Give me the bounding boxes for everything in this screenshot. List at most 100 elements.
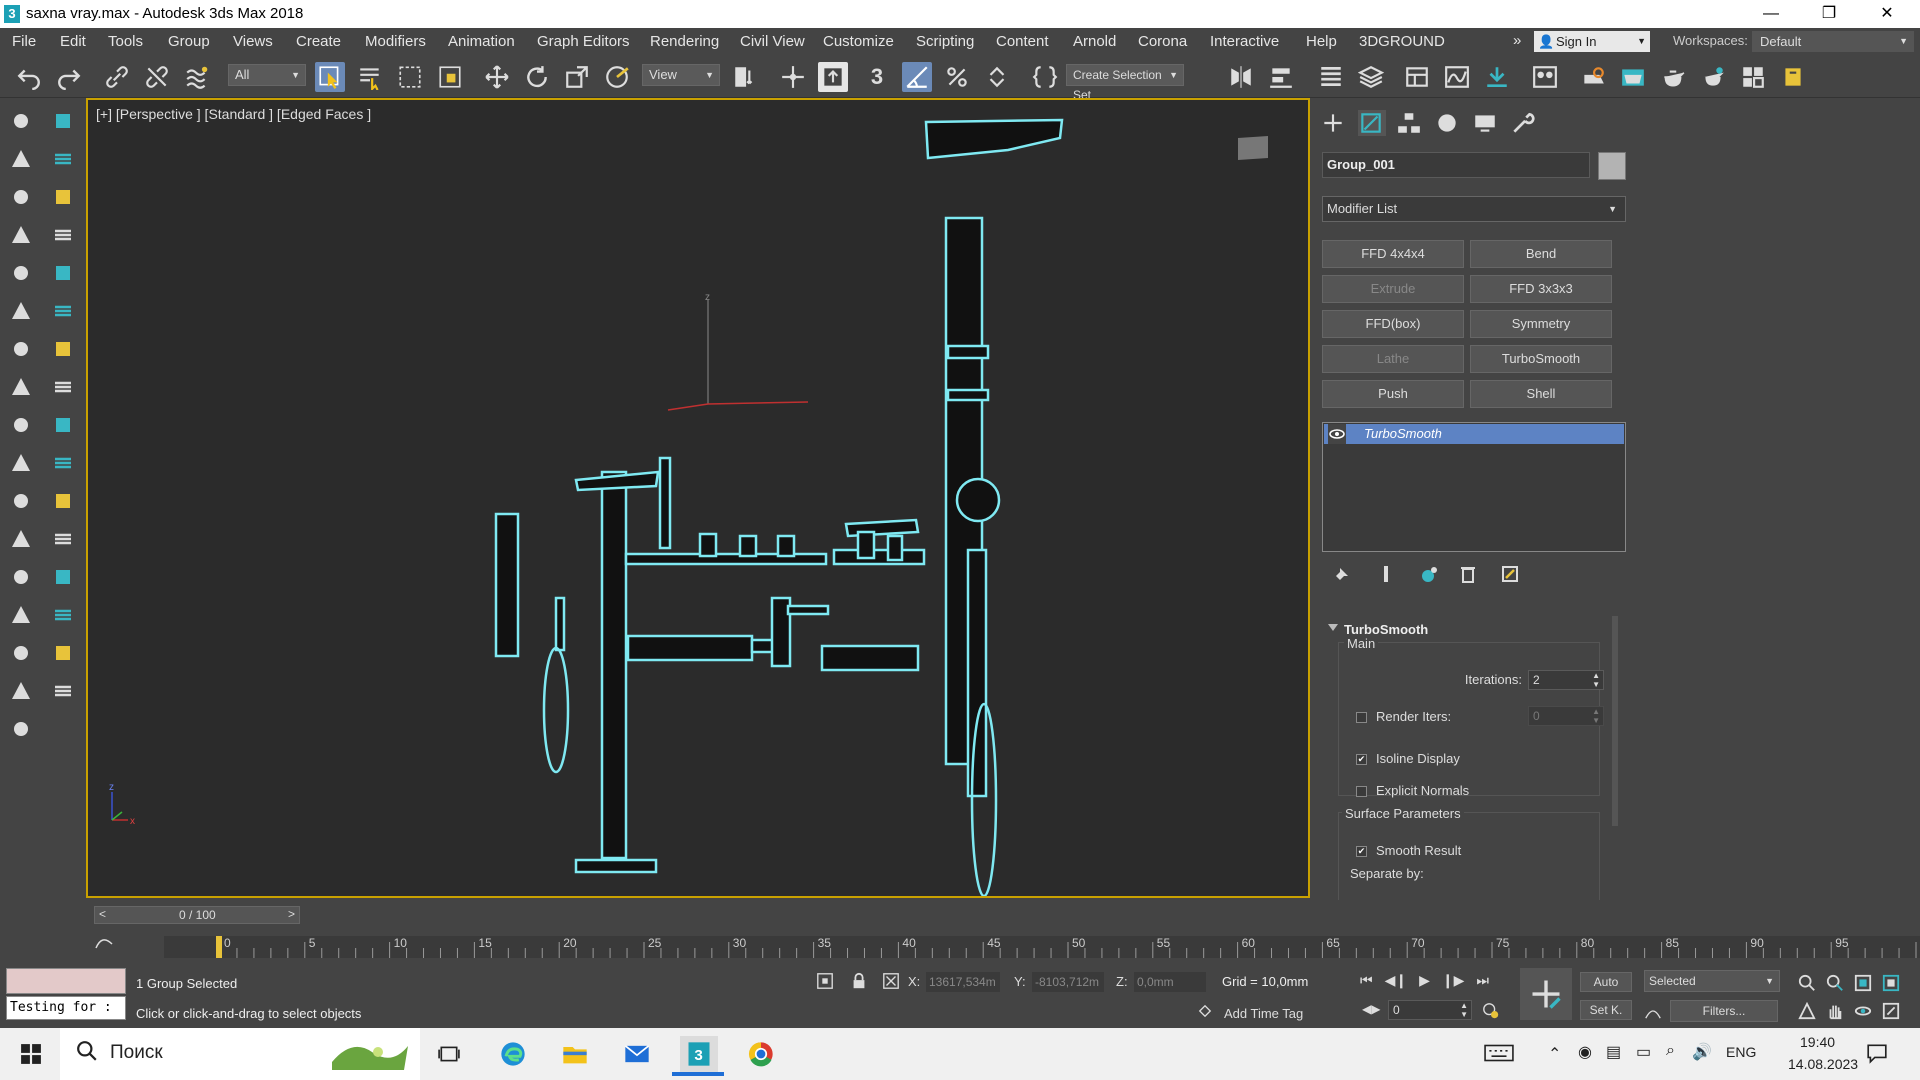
input-language[interactable]: ENG [1726, 1044, 1756, 1060]
key-mode-icon[interactable]: ◀▶ [1362, 1002, 1380, 1016]
wifi-icon[interactable]: ⌕ [1666, 1042, 1675, 1060]
battery-icon[interactable]: ▭ [1636, 1042, 1651, 1062]
track-bar[interactable]: 0510152025303540455055606570758085909510… [164, 936, 1920, 958]
restore-button[interactable]: ❐ [1806, 0, 1852, 28]
display-tab[interactable] [1472, 110, 1500, 136]
menu-tools[interactable]: Tools [108, 33, 143, 50]
menu-corona[interactable]: Corona [1138, 33, 1187, 50]
add-time-tag-button[interactable]: Add Time Tag [1224, 1006, 1303, 1021]
current-frame-field[interactable]: 0 ▲ ▼ [1388, 1000, 1472, 1020]
hierarchy-tab[interactable] [1396, 110, 1424, 136]
key-filters-button[interactable]: Filters... [1670, 1000, 1778, 1022]
absolute-mode-button[interactable] [882, 972, 900, 993]
taskbar-search[interactable]: Поиск [60, 1028, 420, 1080]
teapot-icon[interactable] [6, 106, 36, 136]
volume-icon[interactable]: 🔊 [1692, 1042, 1712, 1062]
iterations-spinner[interactable]: 2 ▲ ▼ [1528, 670, 1604, 690]
clock-date[interactable]: 14.08.2023 [1788, 1056, 1858, 1072]
rendered-frame-window-button[interactable] [1618, 62, 1648, 92]
scale-button[interactable] [562, 62, 592, 92]
cylinder-icon[interactable] [48, 448, 78, 478]
default-in-out-tangent-button[interactable] [1644, 1002, 1662, 1023]
box-icon[interactable] [6, 410, 36, 440]
explicit-normals-checkbox[interactable] [1356, 786, 1367, 797]
toggle-ribbon-button[interactable] [1402, 62, 1432, 92]
clock-time[interactable]: 19:40 [1800, 1034, 1835, 1050]
edit-named-selection-button[interactable] [1030, 62, 1060, 92]
y-coordinate-field[interactable]: -8103,712m [1032, 972, 1104, 992]
workspace-select[interactable]: Default ▼ [1752, 31, 1914, 52]
link-button[interactable] [102, 62, 132, 92]
motion-path-icon[interactable] [48, 334, 78, 364]
edge-taskbar-button[interactable] [494, 1036, 532, 1072]
select-object-button[interactable] [315, 62, 345, 92]
zoom-extents-icon[interactable] [1854, 974, 1872, 995]
selection-filter-dropdown[interactable]: All ▼ [228, 64, 306, 86]
placement-button[interactable] [602, 62, 632, 92]
render-iters-checkbox[interactable] [1356, 712, 1367, 723]
menu-rendering[interactable]: Rendering [650, 33, 719, 50]
time-configuration-button[interactable] [1482, 1002, 1500, 1023]
schematic-view-button[interactable] [1482, 62, 1512, 92]
plant-icon[interactable] [48, 676, 78, 706]
modifier-button[interactable]: TurboSmooth [1470, 345, 1612, 373]
collapse-arrow-icon[interactable] [1328, 624, 1338, 631]
create-tab[interactable] [1320, 110, 1348, 136]
file-explorer-taskbar-button[interactable] [556, 1036, 594, 1072]
modify-tab[interactable] [1358, 110, 1386, 136]
lights-icon[interactable] [48, 182, 78, 212]
isolate-selection-button[interactable] [816, 972, 834, 993]
modifier-stack[interactable]: TurboSmooth [1322, 422, 1626, 552]
set-key-button[interactable] [1520, 968, 1572, 1020]
torus-icon[interactable] [48, 296, 78, 326]
pan-hand-icon[interactable] [1826, 1002, 1844, 1023]
render-setup-button[interactable] [1578, 62, 1608, 92]
ball-icon[interactable] [48, 562, 78, 592]
curve-editor-mini-button[interactable] [94, 932, 114, 952]
spinner-arrows-icon[interactable]: ▲ ▼ [1460, 1001, 1468, 1019]
keyboard-shortcut-override-button[interactable] [818, 62, 848, 92]
selection-lock-button[interactable] [850, 972, 868, 993]
menu-help[interactable]: Help [1306, 33, 1337, 50]
panel-scrollbar[interactable] [1612, 616, 1618, 826]
rectangular-selection-button[interactable] [395, 62, 425, 92]
notifications-icon[interactable] [1866, 1042, 1888, 1067]
menu-arnold[interactable]: Arnold [1073, 33, 1116, 50]
start-button[interactable] [12, 1036, 50, 1072]
modifier-button[interactable]: FFD(box) [1322, 310, 1464, 338]
menu-content[interactable]: Content [996, 33, 1049, 50]
zoom-icon[interactable] [1798, 974, 1816, 995]
smooth-result-checkbox[interactable]: ✔ [1356, 846, 1367, 857]
orbit-icon[interactable] [1854, 1002, 1872, 1023]
network-adapter-icon[interactable]: ▤ [1606, 1042, 1621, 1062]
pyramid-icon[interactable] [48, 524, 78, 554]
maxscript-listener-input[interactable]: Testing for : [6, 996, 126, 1020]
chrome-taskbar-button[interactable] [742, 1036, 780, 1072]
zoom-extents-all-icon[interactable] [1882, 974, 1900, 995]
render-iters-spinner[interactable]: 0 ▲ ▼ [1528, 706, 1604, 726]
camera-icon[interactable]: ◉ [1578, 1042, 1592, 1062]
eye-icon[interactable] [1328, 424, 1346, 444]
sign-in-dropdown[interactable]: 👤 Sign In ▼ [1534, 31, 1650, 52]
material-editor-button[interactable] [1530, 62, 1560, 92]
keyboard-icon[interactable] [1484, 1042, 1514, 1067]
task-view-button[interactable] [430, 1036, 468, 1072]
isoline-display-checkbox[interactable]: ✔ [1356, 754, 1367, 765]
light-bulb-icon[interactable] [48, 106, 78, 136]
time-slider-prev[interactable]: < [99, 907, 106, 921]
menu-graph-editors[interactable]: Graph Editors [537, 33, 630, 50]
menu-customize[interactable]: Customize [823, 33, 894, 50]
helper-icon[interactable] [6, 220, 36, 250]
teapot-icon[interactable] [6, 714, 36, 744]
perspective-viewport[interactable]: [+] [Perspective ] [Standard ] [Edged Fa… [86, 98, 1310, 898]
table-list-icon[interactable] [48, 220, 78, 250]
modifier-list-dropdown[interactable]: Modifier List ▼ [1322, 196, 1626, 222]
modifier-button[interactable]: Shell [1470, 380, 1612, 408]
minimize-button[interactable]: — [1748, 0, 1794, 28]
key-filter-selected-dropdown[interactable]: Selected ▼ [1644, 970, 1780, 992]
scene-explorer-button[interactable] [1316, 62, 1346, 92]
viewcube[interactable] [1238, 136, 1268, 160]
modifier-button[interactable]: Bend [1470, 240, 1612, 268]
particles-icon[interactable] [48, 144, 78, 174]
chevron-up-icon[interactable]: ⌃ [1548, 1044, 1561, 1064]
